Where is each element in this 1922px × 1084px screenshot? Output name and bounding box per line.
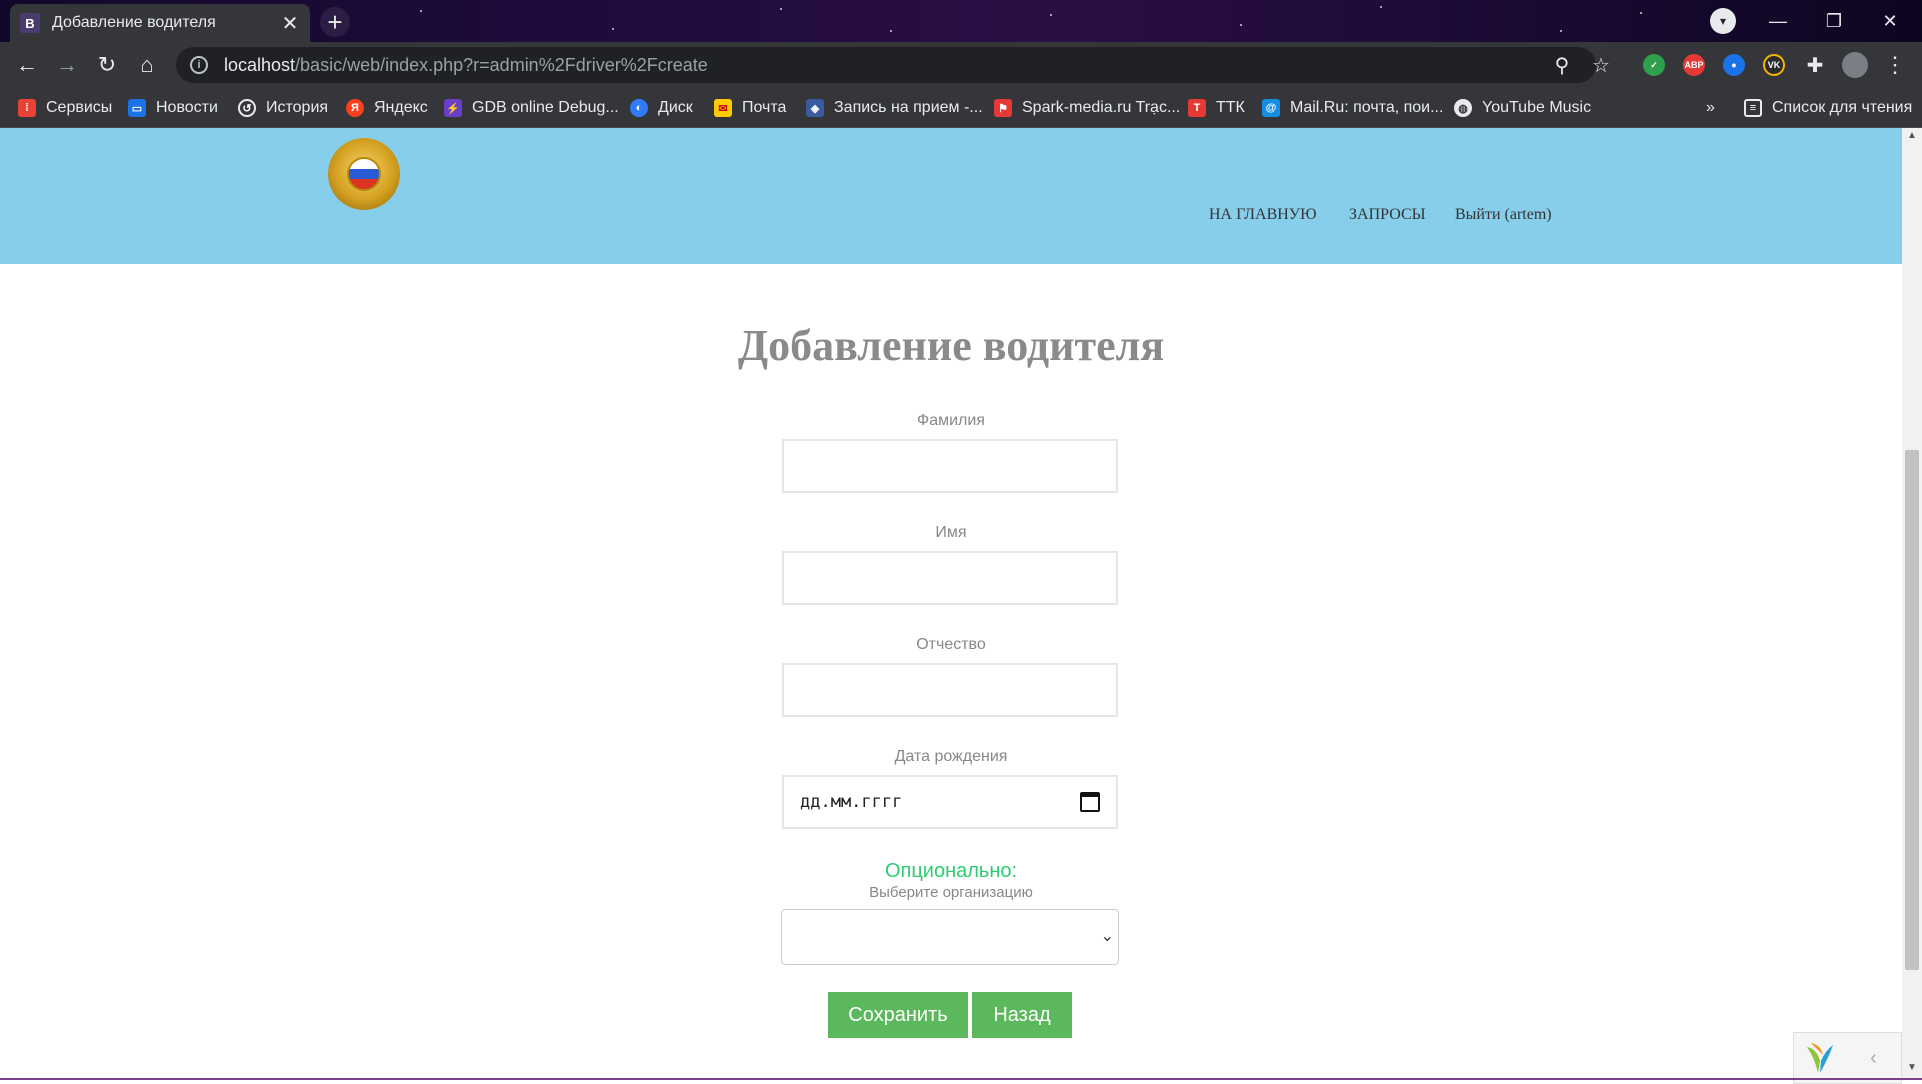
site-header: НА ГЛАВНУЮ ЗАПРОСЫ Выйти (artem) [0, 128, 1902, 264]
main-nav: НА ГЛАВНУЮ [1209, 206, 1317, 224]
history-icon: ↺ [238, 99, 256, 117]
restore-icon[interactable]: ❐ [1806, 4, 1862, 38]
back-icon[interactable]: ← [12, 50, 42, 80]
patronymic-input[interactable] [782, 663, 1118, 717]
browser-toolbar: ← → ↻ ⌂ i localhost/basic/web/index.php?… [0, 42, 1922, 88]
back-button[interactable]: Назад [972, 992, 1072, 1038]
yii-logo-icon[interactable] [1794, 1033, 1846, 1083]
patronymic-label: Отчество [916, 636, 986, 653]
reading-list-icon: ≡ [1744, 99, 1762, 117]
new-tab-button[interactable]: + [320, 7, 350, 37]
organization-select[interactable]: ⌄ [781, 909, 1119, 965]
emblem-icon: ◈ [806, 99, 824, 117]
name-label: Имя [935, 524, 967, 541]
browser-tab-bar: В Добавление водителя ✕ + ▾ — ❐ ✕ [0, 0, 1922, 42]
news-icon: ▭ [128, 99, 146, 117]
page-viewport: НА ГЛАВНУЮ ЗАПРОСЫ Выйти (artem) Добавле… [0, 128, 1902, 1080]
mailru-icon: @ [1262, 99, 1280, 117]
apps-grid-icon: ⁞ [18, 99, 36, 117]
reload-icon[interactable]: ↻ [92, 50, 122, 80]
home-icon[interactable]: ⌂ [132, 50, 162, 80]
nav-home-link[interactable]: НА ГЛАВНУЮ [1209, 206, 1317, 224]
bookmark-item[interactable]: ◈ Запись на прием -... [806, 88, 983, 128]
profile-avatar[interactable] [1842, 52, 1868, 78]
emblem-logo[interactable] [328, 138, 400, 210]
surname-label: Фамилия [917, 412, 985, 429]
close-window-icon[interactable]: ✕ [1862, 4, 1918, 38]
bookmark-item[interactable]: ✉ Почта [714, 88, 786, 128]
scroll-thumb[interactable] [1905, 450, 1919, 970]
url-text: localhost/basic/web/index.php?r=admin%2F… [224, 54, 708, 75]
name-input[interactable] [782, 551, 1118, 605]
spark-icon: ⚑ [994, 99, 1012, 117]
birthdate-label: Дата рождения [894, 748, 1008, 765]
gdb-icon: ⚡ [444, 99, 462, 117]
nav-requests-link[interactable]: ЗАПРОСЫ [1349, 206, 1426, 224]
bookmarks-overflow-button[interactable]: » [1706, 88, 1715, 128]
minimize-icon[interactable]: — [1750, 4, 1806, 38]
page-scrollbar[interactable]: ▲ ▼ [1902, 128, 1922, 1080]
reading-list-button[interactable]: ≡ Список для чтения [1744, 88, 1912, 128]
site-info-icon[interactable]: i [190, 56, 208, 74]
bookmark-item[interactable]: ↺ История [238, 88, 328, 128]
save-button[interactable]: Сохранить [828, 992, 968, 1038]
main-nav: ЗАПРОСЫ [1349, 206, 1426, 224]
tab-title: Добавление водителя [52, 14, 216, 31]
logo-shield-icon [347, 157, 381, 191]
bookmark-star-icon[interactable]: ☆ [1586, 50, 1616, 80]
ttk-icon: T [1188, 99, 1206, 117]
page-title: Добавление водителя [737, 321, 1165, 370]
bookmark-item[interactable]: T ТТК [1188, 88, 1245, 128]
optional-heading: Опционально: [884, 860, 1018, 882]
window-bottom-border [0, 1078, 1922, 1080]
menu-kebab-icon[interactable]: ⋮ [1880, 50, 1910, 80]
bookmark-item[interactable]: @ Mail.Ru: почта, пои... [1262, 88, 1443, 128]
adblock-extension-icon[interactable]: ABP [1683, 54, 1705, 76]
extensions-puzzle-icon[interactable]: ✚ [1800, 50, 1830, 80]
zoom-icon[interactable]: ⚲ [1550, 53, 1574, 77]
scroll-up-icon[interactable]: ▲ [1902, 130, 1922, 141]
globe-icon: ◍ [1454, 99, 1472, 117]
mail-icon: ✉ [714, 99, 732, 117]
blue-extension-icon[interactable]: ● [1723, 54, 1745, 76]
tab-favicon-icon: В [20, 13, 40, 33]
chevron-left-icon[interactable]: ‹ [1846, 1047, 1901, 1070]
chevron-down-icon: ⌄ [1100, 928, 1114, 945]
debug-toolbar[interactable]: ‹ [1793, 1032, 1902, 1084]
shield-extension-icon[interactable]: ✓ [1643, 54, 1665, 76]
bookmark-item[interactable]: ◐ Диск [630, 88, 693, 128]
surname-input[interactable] [782, 439, 1118, 493]
bookmark-item[interactable]: ▭ Новости [128, 88, 218, 128]
bookmark-item[interactable]: ◍ YouTube Music [1454, 88, 1591, 128]
tab-close-icon[interactable]: ✕ [280, 11, 300, 36]
tab-search-icon[interactable]: ▾ [1710, 8, 1736, 34]
bookmark-item[interactable]: ⚑ Spark-media.ru Trạc... [994, 88, 1180, 128]
organization-label: Выберите организацию [869, 884, 1033, 901]
main-nav: Выйти (artem) [1455, 206, 1552, 224]
yandex-icon: Я [346, 99, 364, 117]
birthdate-input[interactable]: дд.мм.гггг [782, 775, 1118, 829]
calendar-icon[interactable] [1080, 792, 1100, 812]
vk-extension-icon[interactable]: VK [1763, 54, 1785, 76]
scroll-down-icon[interactable]: ▼ [1902, 1062, 1922, 1073]
address-bar[interactable]: i localhost/basic/web/index.php?r=admin%… [176, 47, 1596, 83]
nav-logout-link[interactable]: Выйти (artem) [1455, 206, 1552, 224]
bookmark-item[interactable]: Я Яндекс [346, 88, 428, 128]
bookmark-item[interactable]: ⚡ GDB online Debug... [444, 88, 619, 128]
disk-icon: ◐ [630, 99, 648, 117]
forward-icon[interactable]: → [52, 50, 82, 80]
active-tab[interactable]: В Добавление водителя ✕ [10, 4, 310, 42]
bookmarks-bar: ⁞ Сервисы ▭ Новости ↺ История Я Яндекс ⚡ GDB … [0, 88, 1922, 128]
birthdate-placeholder: дд.мм.гггг [800, 792, 903, 812]
bookmark-item[interactable]: ⁞ Сервисы [18, 88, 112, 128]
